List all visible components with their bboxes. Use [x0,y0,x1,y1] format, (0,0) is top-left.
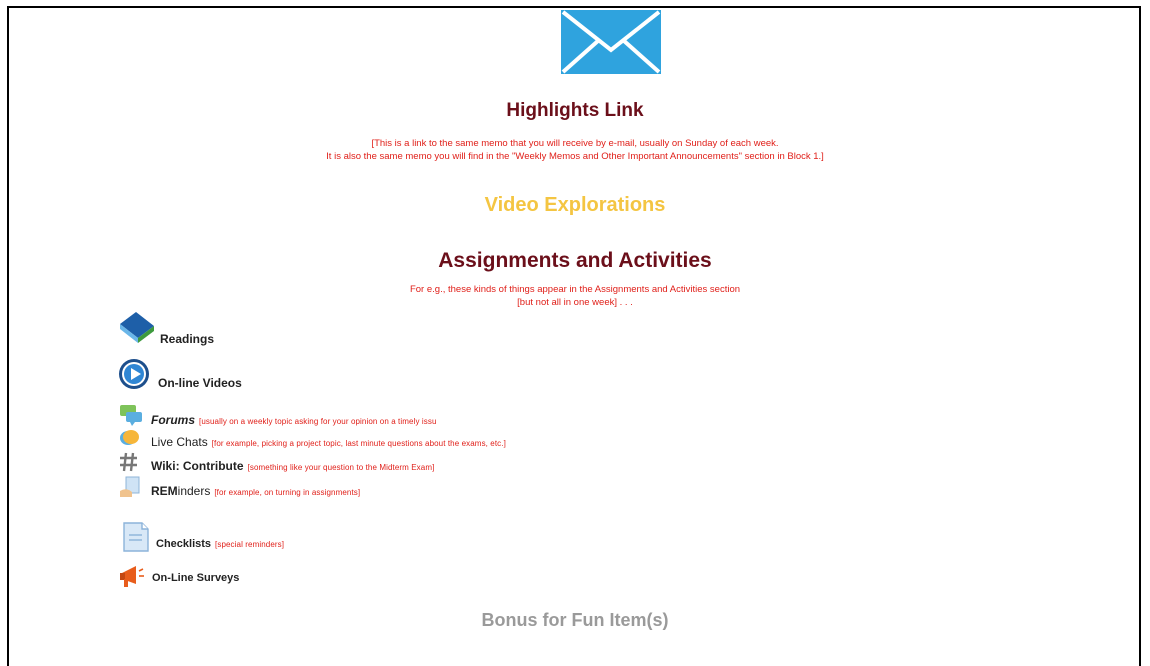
checklists-note: [special reminders] [215,540,285,549]
reminders-note: [for example, on turning in assignments] [214,488,361,497]
checklist-icon [123,522,149,552]
live-chats-label: Live Chats [151,435,208,449]
highlights-link[interactable]: Highlights Link [0,100,1150,122]
chat-icon [120,430,139,445]
list-item-online-surveys[interactable]: On-Line Surveys [118,563,239,589]
books-icon [120,312,154,343]
list-item-forums[interactable]: Forums [usually on a weekly topic asking… [118,403,437,427]
reminders-label-bold: REM [151,484,178,498]
reminder-icon [120,476,140,497]
list-item-readings[interactable]: Readings [118,310,214,346]
online-surveys-label: On-Line Surveys [152,572,240,584]
assignments-note-line1: For e.g., these kinds of things appear i… [409,284,741,295]
bonus-title: Bonus for Fun Item(s) [481,610,669,630]
assignments-note-line2: [but not all in one week] . . . [517,297,633,308]
wiki-note: [something like your question to the Mid… [247,463,435,472]
list-item-checklists[interactable]: Checklists [special reminders] [118,521,284,553]
live-chats-note: [for example, picking a project topic, l… [211,439,506,448]
wiki-icon [120,452,137,472]
megaphone-icon [120,566,144,587]
forum-icon [120,405,142,426]
envelope-icon[interactable] [561,10,661,74]
forums-note: [usually on a weekly topic asking for yo… [199,417,437,426]
readings-label: Readings [160,332,215,346]
highlights-note-line2: It is also the same memo you will find i… [326,151,824,162]
forums-label: Forums [151,413,196,427]
list-item-live-chats[interactable]: Live Chats [for example, picking a proje… [118,427,506,449]
play-icon [119,359,149,389]
list-item-reminders[interactable]: REMinders [for example, on turning in as… [118,475,360,499]
online-videos-label: On-line Videos [158,376,242,390]
highlights-note-line1: [This is a link to the same memo that yo… [371,138,779,149]
reminders-label-rest: inders [177,484,211,498]
list-item-online-videos[interactable]: On-line Videos [118,358,242,390]
list-item-wiki[interactable]: Wiki: Contribute [something like your qu… [118,451,434,473]
assignments-title: Assignments and Activities [438,249,712,272]
checklists-label: Checklists [156,538,212,550]
wiki-label: Wiki: Contribute [151,459,244,473]
reminders-label: REMinders [151,484,210,498]
video-explorations-link[interactable]: Video Explorations [0,194,1150,217]
